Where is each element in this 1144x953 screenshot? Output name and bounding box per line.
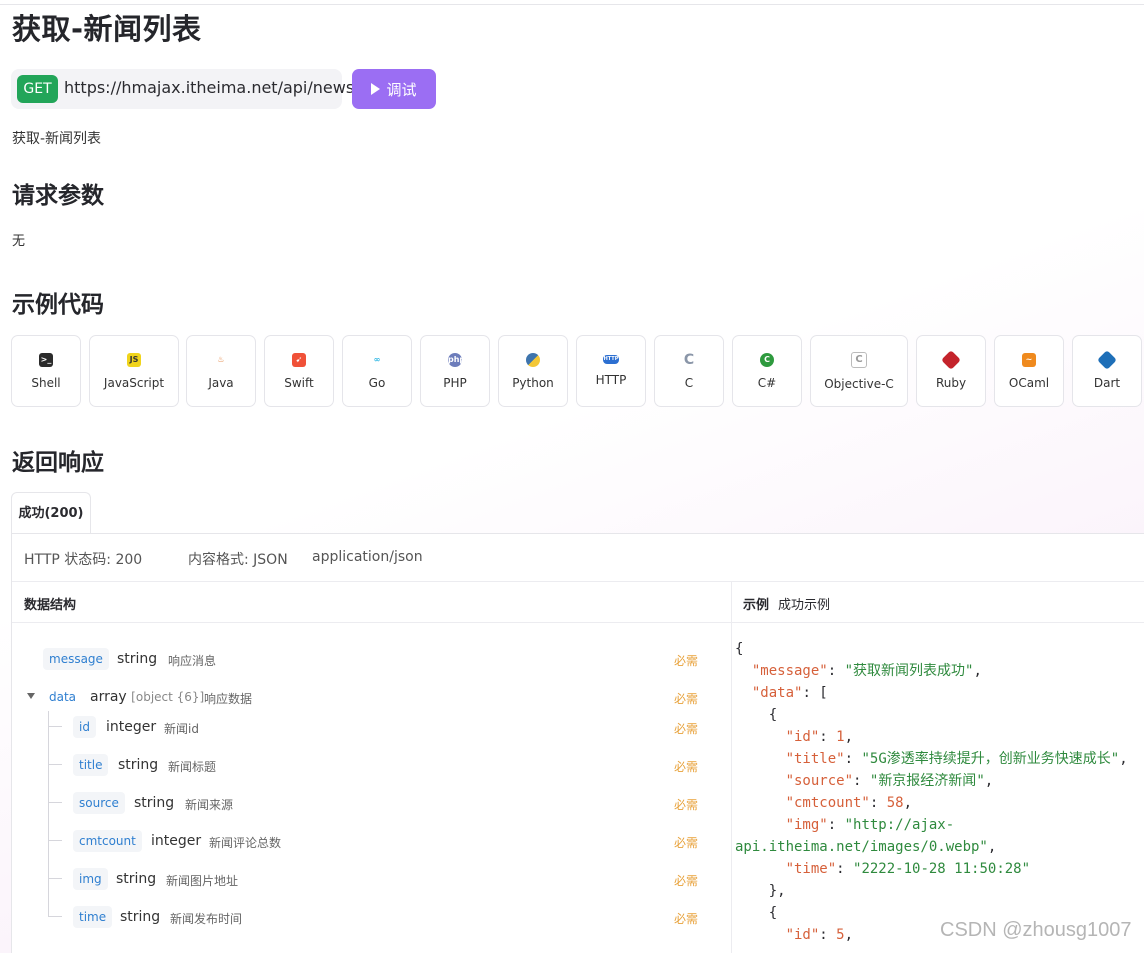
field-required: 必需: [674, 874, 699, 888]
data-structure-header: 数据结构: [12, 582, 732, 623]
example-json-code: { "message": "获取新闻列表成功", "data": [ { "id…: [735, 641, 1128, 943]
javascript-icon: JS: [127, 352, 141, 367]
field-type: integer: [151, 833, 202, 849]
field-type: string: [116, 871, 157, 887]
field-type: string: [120, 909, 161, 925]
go-icon: ∞: [370, 352, 384, 367]
terminal-icon: >_: [39, 352, 53, 367]
content-format-text: 内容格式: JSON: [188, 552, 288, 568]
field-desc: 响应消息: [168, 654, 217, 668]
field-name: time: [73, 906, 113, 928]
language-tab-go[interactable]: ∞ Go: [342, 335, 412, 407]
field-type: array [object {6}]: [90, 689, 205, 705]
field-name: data: [49, 690, 77, 704]
language-tab-php[interactable]: php PHP: [420, 335, 490, 407]
ruby-icon: [941, 349, 961, 370]
language-tab-ruby[interactable]: Ruby: [916, 335, 986, 407]
page-title: 获取-新闻列表: [12, 12, 202, 46]
field-row: img string 新闻图片地址 必需: [12, 863, 731, 893]
language-tab-python[interactable]: Python: [498, 335, 568, 407]
language-tab-java[interactable]: ♨ Java: [186, 335, 256, 407]
objective-c-icon: C: [851, 351, 867, 368]
language-tab-ocaml[interactable]: ~ OCaml: [994, 335, 1064, 407]
language-tab-dart[interactable]: Dart: [1072, 335, 1142, 407]
field-type: string: [118, 757, 159, 773]
field-type: string: [134, 795, 175, 811]
language-tab-shell[interactable]: >_ Shell: [11, 335, 81, 407]
data-structure-tree: message string 响应消息 必需 data array [objec…: [12, 623, 732, 953]
play-icon: [371, 83, 381, 95]
field-name: message: [43, 648, 109, 670]
watermark: CSDN @zhousg1007: [940, 919, 1132, 941]
php-icon: php: [448, 352, 465, 367]
language-tab-objective-c[interactable]: C Objective-C: [810, 335, 908, 407]
request-params-value: 无: [12, 234, 26, 249]
example-header: 示例 成功示例: [732, 582, 1144, 623]
field-desc: 新闻id: [164, 722, 199, 736]
response-heading: 返回响应: [12, 450, 104, 476]
field-desc: 响应数据: [204, 692, 253, 706]
field-required: 必需: [674, 654, 699, 668]
request-params-heading: 请求参数: [12, 183, 104, 209]
sample-code-heading: 示例代码: [12, 292, 104, 318]
debug-button[interactable]: 调试: [352, 69, 436, 109]
language-tab-csharp[interactable]: C C#: [732, 335, 802, 407]
field-type: integer: [106, 719, 157, 735]
field-row: time string 新闻发布时间 必需: [12, 901, 731, 931]
python-icon: [526, 352, 540, 367]
tab-success-200[interactable]: 成功(200): [11, 492, 91, 535]
field-required: 必需: [674, 798, 699, 812]
field-row: cmtcount integer 新闻评论总数 必需: [12, 825, 731, 855]
http-icon: HTTP: [603, 355, 619, 364]
swift-icon: ➹: [292, 352, 306, 367]
top-divider: [0, 4, 1144, 5]
api-description: 获取-新闻列表: [12, 131, 102, 147]
debug-button-label: 调试: [386, 80, 417, 99]
language-tab-c[interactable]: CC: [654, 335, 724, 407]
ocaml-icon: ~: [1022, 352, 1036, 367]
field-desc: 新闻评论总数: [209, 836, 282, 850]
field-required: 必需: [674, 722, 699, 736]
field-required: 必需: [674, 912, 699, 926]
field-desc: 新闻来源: [185, 798, 234, 812]
field-row: id integer 新闻id 必需: [12, 711, 731, 741]
field-required: 必需: [674, 760, 699, 774]
field-name: title: [73, 754, 109, 776]
field-required: 必需: [674, 692, 699, 706]
example-name[interactable]: 成功示例: [778, 594, 830, 613]
language-tab-swift[interactable]: ➹ Swift: [264, 335, 334, 407]
dart-icon: [1097, 349, 1117, 370]
language-tab-javascript[interactable]: JS JavaScript: [89, 335, 179, 407]
field-row: message string 响应消息 必需: [12, 643, 731, 673]
field-row: data array [object {6}] 响应数据 必需: [12, 681, 731, 711]
java-icon: ♨: [214, 352, 228, 367]
field-name: cmtcount: [73, 830, 142, 852]
field-type: string: [117, 651, 158, 667]
field-name: id: [73, 716, 96, 738]
language-tab-http[interactable]: HTTP HTTP: [576, 335, 646, 407]
field-desc: 新闻发布时间: [170, 912, 243, 926]
field-required: 必需: [674, 836, 699, 850]
collapse-caret-icon[interactable]: [27, 693, 35, 699]
field-name: img: [73, 868, 108, 890]
csharp-icon: C: [760, 352, 774, 367]
field-row: source string 新闻来源 必需: [12, 787, 731, 817]
status-code-text: HTTP 状态码: 200: [24, 552, 143, 568]
field-row: title string 新闻标题 必需: [12, 749, 731, 779]
field-desc: 新闻标题: [168, 760, 217, 774]
response-meta: HTTP 状态码: 200 内容格式: JSON application/jso…: [12, 534, 1144, 582]
endpoint-url[interactable]: https://hmajax.itheima.net/api/news: [64, 78, 354, 97]
field-desc: 新闻图片地址: [166, 874, 239, 888]
field-name: source: [73, 792, 125, 814]
c-icon: C: [682, 351, 696, 368]
method-badge: GET: [17, 75, 58, 103]
content-type-text: application/json: [312, 549, 423, 565]
